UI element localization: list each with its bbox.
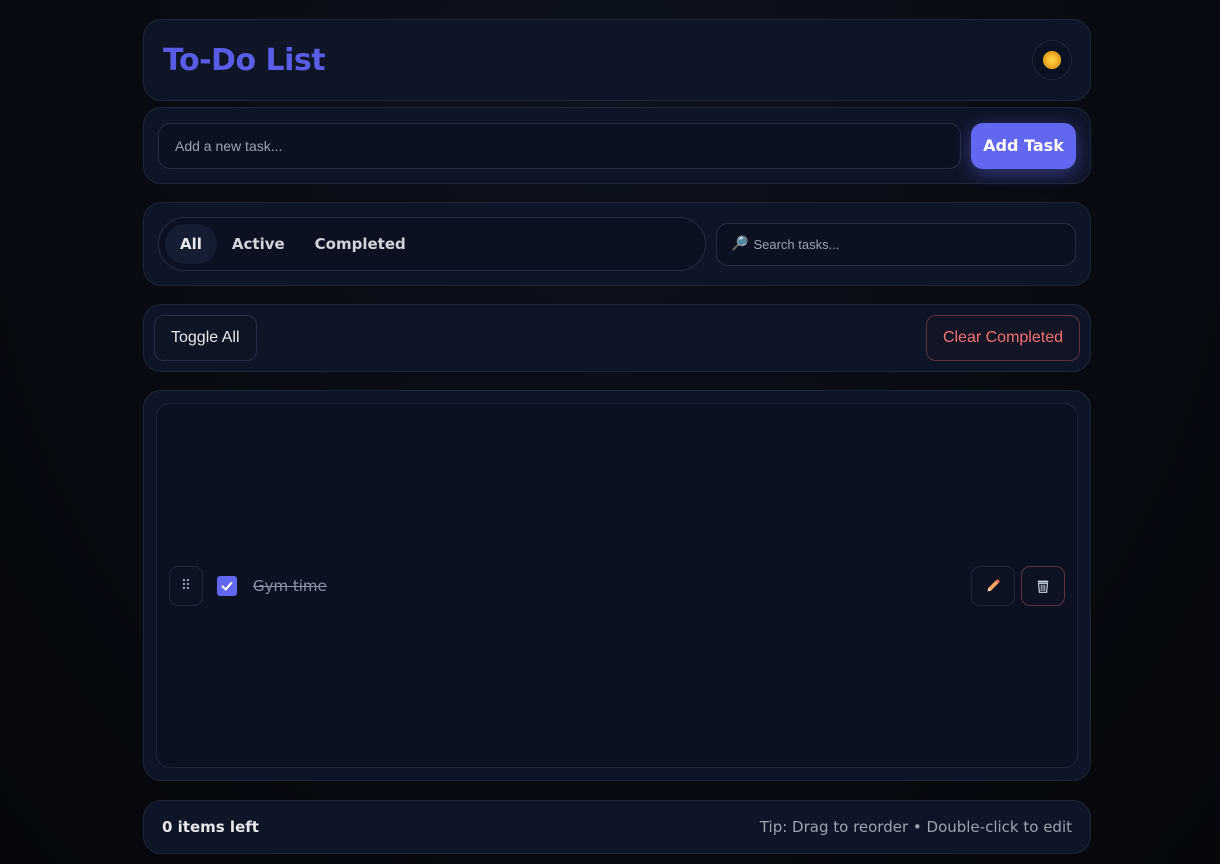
delete-button[interactable]	[1021, 565, 1065, 606]
page-title: To-Do List	[163, 42, 326, 78]
trash-icon	[1037, 580, 1049, 593]
header-card: To-Do List	[143, 19, 1091, 101]
filter-tabs: All Active Completed	[158, 217, 706, 271]
task-list-card: ⠿ Gym time	[143, 390, 1091, 781]
items-left-count: 0 items left	[162, 818, 259, 836]
footer-card: 0 items left Tip: Drag to reorder • Doub…	[143, 800, 1091, 854]
tip-text: Tip: Drag to reorder • Double-click to e…	[759, 818, 1072, 836]
search-box: 🔎	[716, 222, 1076, 266]
task-text[interactable]: Gym time	[253, 577, 971, 595]
add-task-card: Add Task	[143, 107, 1091, 184]
theme-toggle-button[interactable]	[1032, 40, 1072, 80]
add-task-button[interactable]: Add Task	[971, 122, 1076, 169]
check-icon	[221, 581, 233, 591]
task-checkbox[interactable]	[217, 575, 237, 596]
tab-completed[interactable]: Completed	[300, 224, 421, 264]
list-item[interactable]: ⠿ Gym time	[169, 565, 1065, 606]
search-input[interactable]	[753, 236, 1061, 252]
toggle-all-button[interactable]: Toggle All	[154, 315, 257, 361]
clear-completed-button[interactable]: Clear Completed	[925, 315, 1080, 361]
pencil-icon	[987, 578, 1000, 591]
task-list: ⠿ Gym time	[156, 403, 1078, 768]
tab-active[interactable]: Active	[217, 224, 300, 264]
filter-card: All Active Completed 🔎	[143, 202, 1091, 286]
tab-all[interactable]: All	[165, 224, 217, 264]
edit-button[interactable]	[971, 565, 1015, 606]
bulk-actions-card: Toggle All Clear Completed	[143, 304, 1091, 372]
sun-icon	[1045, 53, 1059, 67]
drag-handle-icon[interactable]: ⠿	[169, 565, 203, 606]
new-task-input[interactable]	[158, 122, 961, 169]
search-icon: 🔎	[731, 236, 749, 252]
app-container: To-Do List Add Task All Active Completed…	[143, 19, 1091, 854]
